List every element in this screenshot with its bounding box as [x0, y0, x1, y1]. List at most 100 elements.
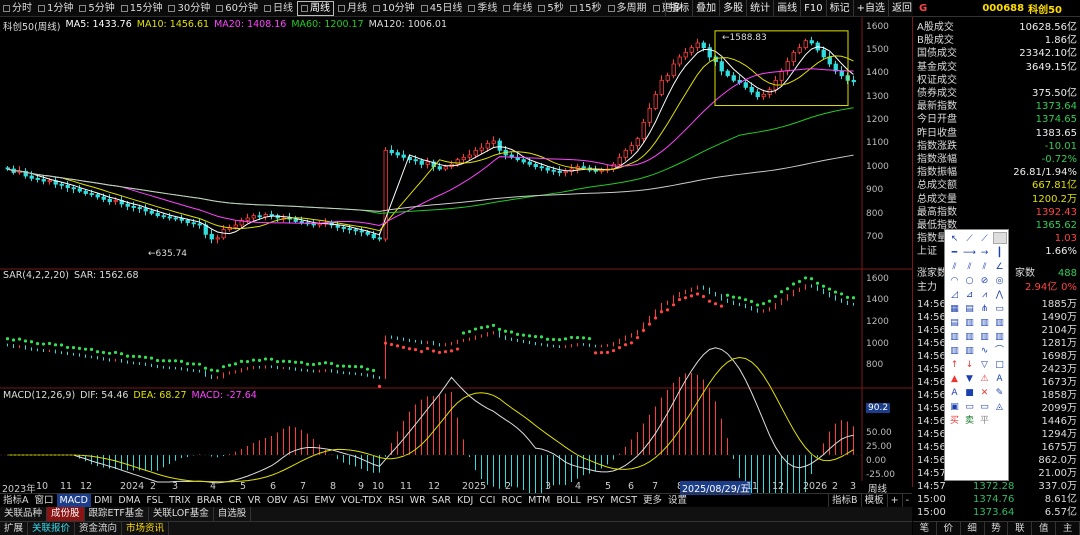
bars-icon[interactable]: ▥ — [978, 317, 991, 330]
period-11[interactable]: 季线 — [465, 0, 500, 17]
indicator-right-3[interactable]: - — [901, 493, 912, 508]
quote-tab-0[interactable]: 笔 — [913, 522, 937, 535]
text-icon[interactable]: A — [993, 373, 1006, 386]
period-1[interactable]: 1分钟 — [35, 0, 76, 17]
indicator-tab-4[interactable]: DMA — [115, 494, 143, 508]
period-3[interactable]: 15分钟 — [118, 0, 166, 17]
gann-box-icon[interactable]: ▦ — [948, 303, 961, 316]
toolbar-action-4[interactable]: 画线 — [773, 0, 800, 17]
quote-tab-5[interactable]: 值 — [1032, 522, 1057, 535]
status-item-1[interactable]: 关联报价 — [28, 522, 76, 535]
indicator-right-1[interactable]: 模板 — [860, 493, 887, 508]
warning-icon[interactable]: ⚠ — [978, 373, 991, 386]
period-12[interactable]: 年线 — [500, 0, 535, 17]
indicator-tab-23[interactable]: MCST — [607, 494, 640, 508]
pencil-icon[interactable]: ✎ — [993, 387, 1006, 400]
indicator-tab-3[interactable]: DMI — [91, 494, 115, 508]
vertical-bars-icon[interactable]: ▥ — [948, 345, 961, 358]
indicator-tab-20[interactable]: MTM — [525, 494, 553, 508]
bottom-tab-3[interactable]: 关联LOF基金 — [149, 507, 214, 521]
arc-icon[interactable]: ◠ — [948, 275, 961, 288]
rectangle-icon[interactable]: ▭ — [993, 303, 1006, 316]
line-segment-icon[interactable]: ⟋ — [963, 233, 976, 246]
toolbox-close-icon[interactable] — [993, 232, 1007, 244]
bottom-tab-4[interactable]: 自选股 — [214, 507, 252, 521]
kline-chart-area[interactable]: ←1588.83 ←635.74 — [0, 17, 912, 493]
hline-icon[interactable]: ━ — [948, 247, 961, 260]
toolbar-action-2[interactable]: 多股 — [719, 0, 746, 17]
channel-icon[interactable]: ⫽ — [963, 261, 976, 274]
down-mark-icon[interactable]: ▼ — [963, 373, 976, 386]
bottom-tab-1[interactable]: 成份股 — [47, 507, 85, 521]
toolbar-action-6[interactable]: 标记 — [825, 0, 853, 17]
cursor-icon[interactable]: ↖ — [948, 233, 961, 246]
indicator-tab-22[interactable]: PSY — [584, 494, 608, 508]
quote-tab-4[interactable]: 联 — [1008, 522, 1033, 535]
circle-icon[interactable]: ○ — [963, 275, 976, 288]
angle-icon[interactable]: ∠ — [993, 261, 1006, 274]
toolbar-action-1[interactable]: 叠加 — [692, 0, 719, 17]
fib-lines-icon[interactable]: ▥ — [993, 317, 1006, 330]
toolbar-action-8[interactable]: 返回 — [888, 0, 915, 17]
status-item-0[interactable]: 扩展 — [0, 522, 29, 535]
settings-icon[interactable] — [963, 429, 976, 442]
period-8[interactable]: 月线 — [335, 0, 370, 17]
indicator-tab-24[interactable]: 更多 — [640, 494, 665, 508]
period-4[interactable]: 30分钟 — [165, 0, 213, 17]
triangle-icon[interactable]: ▽ — [978, 359, 991, 372]
indicator-tab-9[interactable]: VR — [245, 494, 264, 508]
indicator-tab-11[interactable]: ASI — [290, 494, 311, 508]
period-7[interactable]: 周线 — [296, 0, 334, 16]
gann-lines-icon[interactable]: ▥ — [978, 331, 991, 344]
hide-icon[interactable] — [993, 415, 1006, 428]
curve-icon[interactable]: ⌒ — [993, 345, 1006, 358]
indicator-tab-19[interactable]: ROC — [498, 494, 525, 508]
toolbar-action-7[interactable]: +自选 — [852, 0, 888, 17]
cycle-icon[interactable]: ◎ — [993, 275, 1006, 288]
text-a-icon[interactable]: A — [948, 387, 961, 400]
indicator-right-2[interactable]: + — [886, 493, 902, 508]
status-item-3[interactable]: 市场资讯 — [122, 522, 170, 535]
box-text-icon[interactable]: ▭ — [963, 401, 976, 414]
indicator-tab-8[interactable]: CR — [226, 494, 245, 508]
indicator-tab-17[interactable]: KDJ — [454, 494, 476, 508]
flag-icon[interactable]: 平 — [978, 415, 991, 428]
text-box-icon[interactable]: ▤ — [948, 317, 961, 330]
indicator-tab-5[interactable]: FSL — [143, 494, 166, 508]
price-range-icon[interactable]: ▥ — [948, 331, 961, 344]
indicator-tab-1[interactable]: 窗口 — [32, 494, 57, 508]
delete-icon[interactable]: ✕ — [978, 387, 991, 400]
indicator-tab-16[interactable]: SAR — [429, 494, 454, 508]
square-icon[interactable]: □ — [993, 359, 1006, 372]
indicator-right-0[interactable]: 指标B — [828, 493, 861, 508]
fib-box-icon[interactable]: ▤ — [963, 303, 976, 316]
down-arrow-icon[interactable]: ↓ — [963, 359, 976, 372]
indicator-tab-18[interactable]: CCI — [476, 494, 498, 508]
dense-bars-icon[interactable]: ▥ — [963, 345, 976, 358]
up-mark-icon[interactable]: ▲ — [948, 373, 961, 386]
note-icon[interactable]: ▣ — [948, 401, 961, 414]
indicator-tab-14[interactable]: RSI — [385, 494, 406, 508]
speed-resist-icon[interactable]: ⩘ — [978, 289, 991, 302]
period-6[interactable]: 日线 — [261, 0, 296, 17]
pitchfork-icon[interactable]: ⋔ — [978, 303, 991, 316]
status-item-2[interactable]: 资金流向 — [75, 522, 123, 535]
indicator-tab-6[interactable]: TRIX — [166, 494, 194, 508]
vline-icon[interactable]: ┃ — [993, 247, 1006, 260]
period-14[interactable]: 15秒 — [567, 0, 605, 17]
indicator-tab-15[interactable]: WR — [407, 494, 429, 508]
hsegment-icon[interactable]: ⟶ — [963, 247, 976, 260]
lock-icon[interactable] — [948, 429, 961, 442]
period-10[interactable]: 45日线 — [418, 0, 466, 17]
quote-tab-1[interactable]: 价 — [937, 522, 961, 535]
regression-icon[interactable]: ▥ — [963, 331, 976, 344]
parallel-icon[interactable]: ⫽ — [948, 261, 961, 274]
levels-icon[interactable]: ▥ — [993, 331, 1006, 344]
buy-icon[interactable]: 买 — [948, 415, 961, 428]
toolbar-action-5[interactable]: F10 — [800, 0, 825, 17]
indicator-tab-7[interactable]: BRAR — [194, 494, 226, 508]
period-15[interactable]: 多周期 — [605, 0, 650, 17]
sell-icon[interactable]: 卖 — [963, 415, 976, 428]
gann-fan-icon[interactable]: ⊿ — [963, 289, 976, 302]
indicator-tab-12[interactable]: EMV — [311, 494, 338, 508]
